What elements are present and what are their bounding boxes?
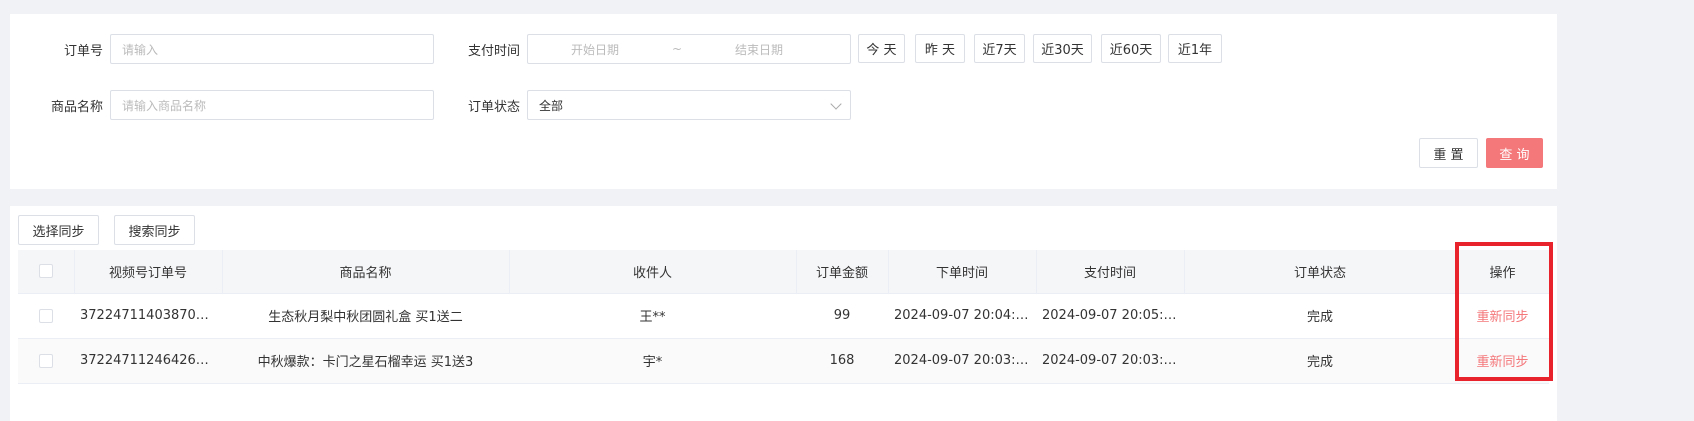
status-cell: 完成 [1184, 338, 1456, 384]
order-no-input[interactable]: 请输入 [110, 34, 434, 64]
header-pay-time: 支付时间 [1036, 250, 1185, 294]
recipient-cell: 宇* [509, 338, 796, 384]
amount-cell: 168 [796, 338, 888, 384]
table-row: 37224711403870630... 生态秋月梨中秋团圆礼盒 买1送二 王*… [18, 293, 1549, 339]
header-action: 操作 [1456, 250, 1550, 294]
pay-time-cell: 2024-09-07 20:03:55 [1036, 338, 1184, 384]
quick-range-30days[interactable]: 近30天 [1033, 34, 1092, 63]
date-separator: ~ [671, 42, 683, 56]
table-header-row: 视频号订单号 商品名称 收件人 订单金额 下单时间 支付时间 订单状态 操作 [18, 250, 1550, 294]
order-no-cell: 37224711246426944... [74, 338, 222, 384]
filter-panel: 订单号 请输入 支付时间 开始日期 ~ 结束日期 今 天 昨 天 近7天 近30… [10, 14, 1557, 189]
header-status: 订单状态 [1184, 250, 1457, 294]
resync-link[interactable]: 重新同步 [1476, 355, 1528, 370]
action-cell: 重新同步 [1456, 293, 1549, 339]
pay-time-cell: 2024-09-07 20:05:10 [1036, 293, 1184, 339]
order-no-placeholder: 请输入 [122, 42, 159, 57]
date-start-placeholder[interactable]: 开始日期 [528, 41, 662, 58]
search-sync-button[interactable]: 搜索同步 [114, 215, 195, 245]
chevron-down-icon [830, 98, 842, 110]
order-time-cell: 2024-09-07 20:04:43 [888, 293, 1036, 339]
quick-range-1year[interactable]: 近1年 [1168, 34, 1222, 63]
select-sync-button[interactable]: 选择同步 [18, 215, 99, 245]
header-order-time: 下单时间 [888, 250, 1037, 294]
amount-cell: 99 [796, 293, 888, 339]
row-checkbox[interactable] [39, 353, 53, 368]
reset-button[interactable]: 重 置 [1419, 138, 1478, 168]
action-cell: 重新同步 [1456, 338, 1549, 384]
order-status-value: 全部 [539, 98, 564, 113]
quick-range-today[interactable]: 今 天 [858, 34, 905, 63]
pay-time-label: 支付时间 [467, 44, 520, 59]
row-checkbox-cell [18, 293, 74, 339]
product-name-placeholder: 请输入商品名称 [122, 98, 207, 113]
table-panel: 选择同步 搜索同步 视频号订单号 商品名称 收件人 订单金额 下单时间 支付时间… [10, 206, 1557, 421]
row-checkbox-cell [18, 338, 74, 384]
quick-range-60days[interactable]: 近60天 [1101, 34, 1161, 63]
status-cell: 完成 [1184, 293, 1456, 339]
header-amount: 订单金额 [796, 250, 889, 294]
product-cell: 生态秋月梨中秋团圆礼盒 买1送二 [222, 293, 509, 339]
quick-range-yesterday[interactable]: 昨 天 [915, 34, 965, 63]
order-no-cell: 37224711403870630... [74, 293, 222, 339]
product-cell: 中秋爆款：卡门之星石榴幸运 买1送3 [222, 338, 509, 384]
date-end-placeholder[interactable]: 结束日期 [692, 41, 826, 58]
order-status-select[interactable]: 全部 [527, 90, 851, 120]
quick-range-7days[interactable]: 近7天 [974, 34, 1025, 63]
query-button[interactable]: 查 询 [1486, 138, 1543, 168]
resync-link[interactable]: 重新同步 [1476, 310, 1528, 325]
order-status-label: 订单状态 [467, 100, 520, 115]
pay-time-range-picker[interactable]: 开始日期 ~ 结束日期 [527, 34, 851, 64]
table-row: 37224711246426944... 中秋爆款：卡门之星石榴幸运 买1送3 … [18, 338, 1549, 384]
select-all-cell [18, 250, 75, 294]
header-recipient: 收件人 [509, 250, 797, 294]
orders-table: 视频号订单号 商品名称 收件人 订单金额 下单时间 支付时间 订单状态 操作 3… [18, 250, 1550, 384]
order-time-cell: 2024-09-07 20:03:45 [888, 338, 1036, 384]
order-no-label: 订单号 [63, 44, 103, 59]
product-name-label: 商品名称 [50, 100, 103, 115]
header-product: 商品名称 [222, 250, 510, 294]
product-name-input[interactable]: 请输入商品名称 [110, 90, 434, 120]
select-all-checkbox[interactable] [38, 264, 53, 279]
header-order-no: 视频号订单号 [74, 250, 223, 294]
recipient-cell: 王** [509, 293, 796, 339]
row-checkbox[interactable] [39, 308, 53, 323]
